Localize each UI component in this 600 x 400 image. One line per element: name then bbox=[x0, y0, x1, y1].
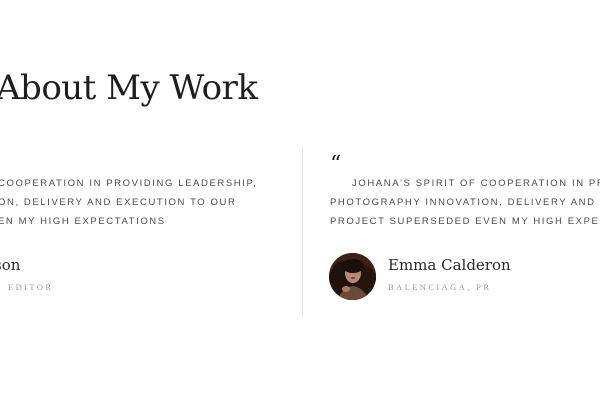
quote-line: JOHANA'S SPIRIT OF COOPERATION IN PROV bbox=[352, 178, 600, 189]
testimonial-author-role: EDITOR bbox=[8, 282, 54, 292]
testimonial-author-name: Emma Calderon bbox=[388, 256, 511, 274]
quote-line: PROJECT SUPERSEDED EVEN MY HIGH EXPECTAT bbox=[330, 216, 600, 227]
testimonials-section: About My Work COOPERATION IN PROVIDING L… bbox=[0, 0, 600, 400]
testimonial-author-role: BALENCIAGA, PR bbox=[388, 282, 492, 292]
section-title: About My Work bbox=[0, 68, 258, 108]
testimonial-quote: COOPERATION IN PROVIDING LEADERSHIP, ON,… bbox=[0, 174, 257, 231]
testimonial-author-name: son bbox=[0, 256, 21, 274]
quote-line: EN MY HIGH EXPECTATIONS bbox=[0, 216, 166, 227]
quote-line: COOPERATION IN PROVIDING LEADERSHIP, bbox=[0, 178, 258, 189]
testimonial-divider bbox=[302, 148, 303, 316]
quote-line: ON, DELIVERY AND EXECUTION TO OUR bbox=[0, 197, 237, 208]
quote-line: PHOTOGRAPHY INNOVATION, DELIVERY AND EX bbox=[330, 197, 600, 208]
testimonial-quote: JOHANA'S SPIRIT OF COOPERATION IN PROV P… bbox=[330, 174, 600, 231]
quote-mark-icon: “ bbox=[330, 152, 342, 177]
avatar-portrait-icon bbox=[329, 253, 376, 300]
avatar bbox=[329, 253, 376, 300]
